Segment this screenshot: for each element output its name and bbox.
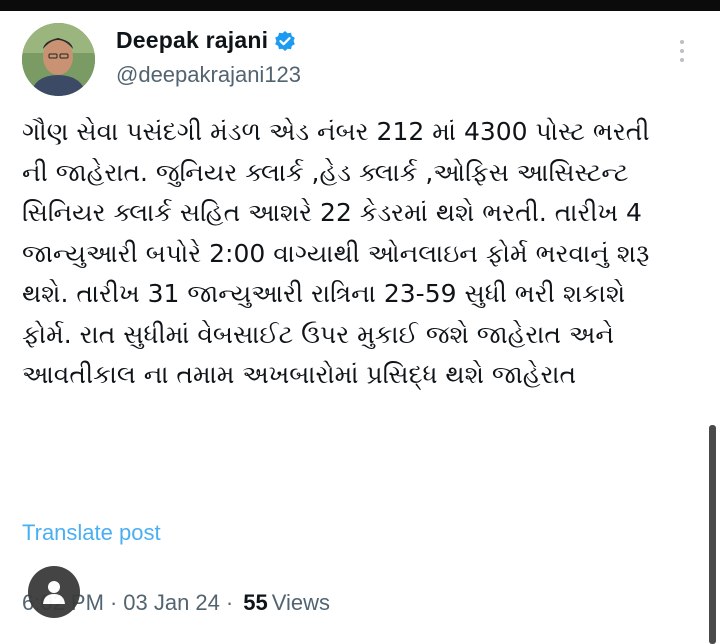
verified-badge-icon (274, 30, 296, 52)
views-count[interactable]: 55 (243, 590, 267, 616)
meta-separator: · (109, 590, 118, 615)
meta-separator-2: · (225, 590, 234, 615)
scrollbar[interactable] (709, 425, 716, 644)
post-date[interactable]: 03 Jan 24 (123, 590, 220, 616)
views-label[interactable]: Views (272, 590, 330, 616)
post-text: ગૌણ સેવા પસંદગી મંડળ એડ નંબર 212 માં 430… (22, 117, 650, 389)
top-status-bar (0, 0, 720, 11)
avatar[interactable] (22, 23, 95, 96)
more-options-icon[interactable] (674, 40, 690, 70)
user-profile-icon[interactable] (28, 566, 80, 618)
author-name[interactable]: Deepak rajani (116, 27, 268, 54)
author-handle[interactable]: @deepakrajani123 (116, 62, 301, 88)
author-row: Deepak rajani (116, 27, 296, 54)
avatar-photo (22, 23, 95, 96)
translate-post-link[interactable]: Translate post (22, 520, 161, 546)
